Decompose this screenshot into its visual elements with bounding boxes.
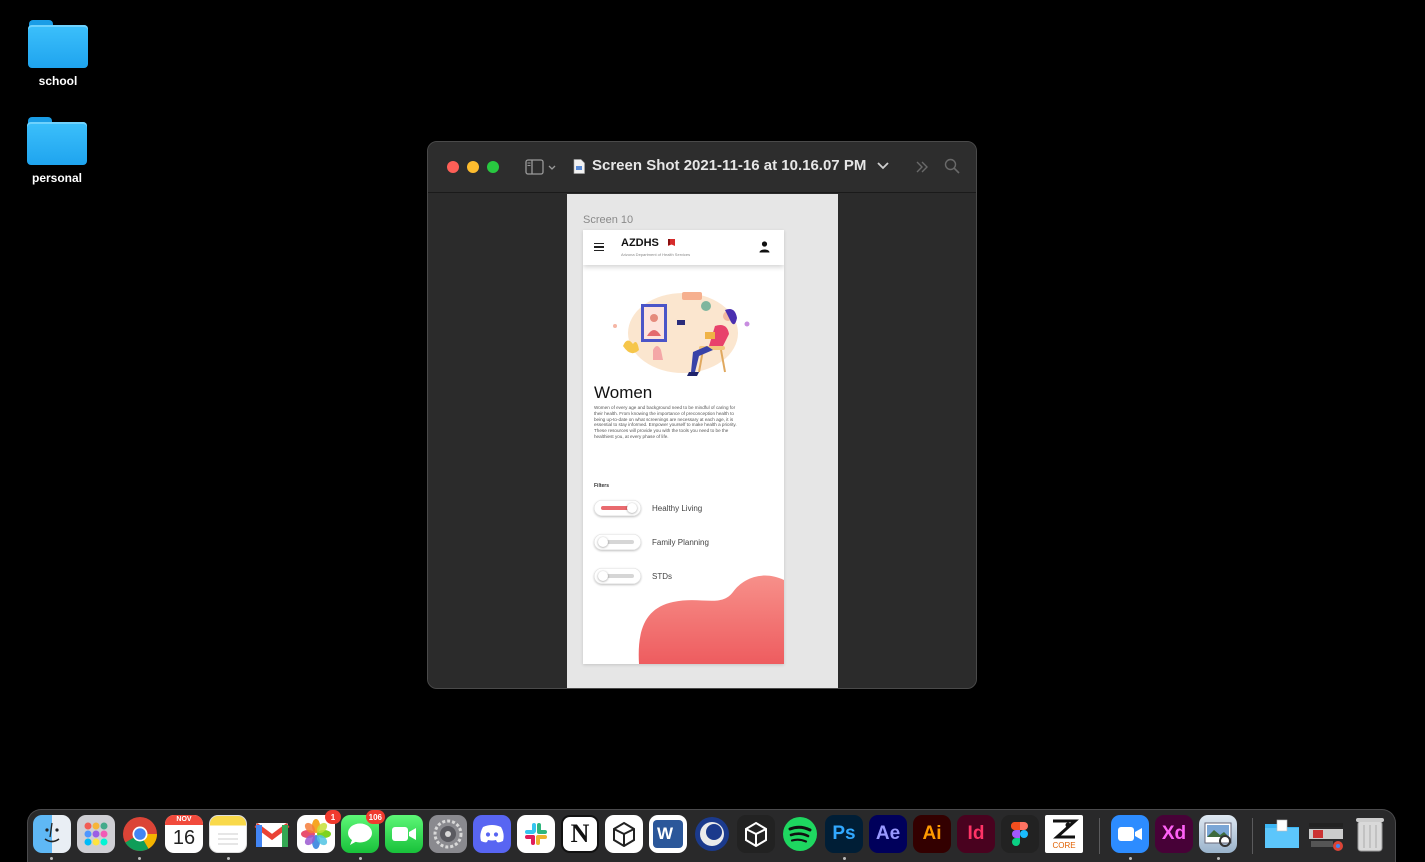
recent-stack-icon[interactable] (1307, 815, 1345, 853)
indesign-label: Id (967, 823, 985, 844)
dock: NOV 16 1 106 N W Ps Ae Ai Id CORE Xd (27, 809, 1396, 862)
app-bar: AZDHS Arizona Department of Health Servi… (583, 230, 784, 265)
adobe-xd-icon[interactable]: Xd (1155, 815, 1193, 853)
desktop-folder-school[interactable]: school (18, 18, 98, 88)
filter-label: Healthy Living (652, 504, 703, 513)
photoshop-label: Ps (832, 823, 856, 844)
chrome-icon[interactable] (121, 815, 159, 853)
preview-window: Screen Shot 2021-11-16 at 10.16.07 PM Sc… (427, 141, 977, 689)
spotify-icon[interactable] (781, 815, 819, 853)
close-button[interactable] (447, 161, 459, 173)
frame-label: Screen 10 (583, 214, 634, 226)
messages-icon[interactable]: 106 (341, 810, 385, 853)
word-icon[interactable]: W (649, 815, 687, 853)
calendar-day: 16 (172, 827, 196, 849)
system-preferences-icon[interactable] (429, 815, 467, 853)
trash-icon[interactable] (1351, 815, 1389, 853)
minimize-button[interactable] (467, 161, 479, 173)
page-heading: Women (594, 383, 653, 402)
window-titlebar[interactable]: Screen Shot 2021-11-16 at 10.16.07 PM (428, 142, 976, 193)
discord-icon[interactable] (473, 815, 511, 853)
gmail-icon[interactable] (253, 815, 291, 853)
photoshop-icon[interactable]: Ps (825, 815, 863, 853)
downloads-folder-icon[interactable] (1263, 815, 1301, 853)
window-title: Screen Shot 2021-11-16 at 10.16.07 PM (592, 157, 867, 174)
folder-icon (28, 18, 88, 70)
launchpad-icon[interactable] (77, 815, 115, 853)
desktop-folder-personal[interactable]: personal (17, 115, 97, 185)
folder-label: personal (31, 171, 82, 185)
notes-icon[interactable] (209, 815, 247, 853)
filter-row-healthy-living: Healthy Living (594, 500, 744, 516)
filter-row-family-planning: Family Planning (594, 534, 744, 550)
brand-subtitle: Arizona Department of Health Services (621, 252, 691, 257)
phone-mockup: AZDHS Arizona Department of Health Servi… (583, 230, 784, 664)
illustrator-icon[interactable]: Ai (913, 815, 951, 853)
menu-icon (594, 243, 604, 251)
word-label: W (657, 824, 674, 843)
unity-icon[interactable] (605, 815, 643, 853)
figma-icon[interactable] (1001, 815, 1039, 853)
filter-toggle[interactable] (594, 500, 641, 516)
unity-hub-icon[interactable] (737, 815, 775, 853)
search-icon[interactable] (944, 158, 960, 174)
calendar-month: NOV (165, 815, 203, 825)
facetime-icon[interactable] (385, 815, 423, 853)
photos-icon[interactable]: 1 (297, 810, 341, 853)
folder-label: school (38, 74, 78, 88)
zbrush-label: CORE (1052, 840, 1076, 850)
calendar-icon[interactable]: NOV 16 (165, 815, 203, 853)
decorative-blob (638, 575, 784, 664)
user-icon (759, 241, 770, 253)
illustrator-label: Ai (922, 823, 942, 844)
messages-badge: 106 (365, 810, 385, 824)
after-effects-label: Ae (875, 823, 901, 844)
preview-canvas[interactable]: Screen 10 AZDHS Arizona Department of He… (428, 194, 976, 688)
photos-badge: 1 (325, 810, 341, 824)
cinema4d-icon[interactable] (693, 815, 731, 853)
document-page: Screen 10 AZDHS Arizona Department of He… (567, 194, 838, 688)
folder-icon (27, 115, 87, 167)
finder-icon[interactable] (33, 815, 71, 853)
intro-paragraph: Women of every age and background need t… (594, 405, 737, 439)
filter-toggle[interactable] (594, 534, 641, 550)
more-tools-icon[interactable] (914, 159, 930, 175)
zbrush-icon[interactable]: CORE (1045, 815, 1083, 853)
document-icon (573, 159, 585, 174)
sidebar-toggle-icon[interactable] (525, 159, 557, 175)
zoom-button[interactable] (487, 161, 499, 173)
adobe-xd-label: Xd (1161, 823, 1187, 844)
indesign-icon[interactable]: Id (957, 815, 995, 853)
brand-title: AZDHS (621, 237, 659, 249)
preview-icon[interactable] (1199, 815, 1237, 853)
after-effects-icon[interactable]: Ae (869, 815, 907, 853)
filters-label: Filters (594, 483, 610, 489)
notion-icon[interactable]: N (561, 815, 599, 853)
filter-label: Family Planning (652, 538, 709, 547)
zoom-icon[interactable] (1111, 815, 1149, 853)
telehealth-illustration (613, 292, 750, 376)
slack-icon[interactable] (517, 815, 555, 853)
brand-logo-icon (668, 239, 675, 246)
chevron-down-icon[interactable] (876, 160, 890, 172)
